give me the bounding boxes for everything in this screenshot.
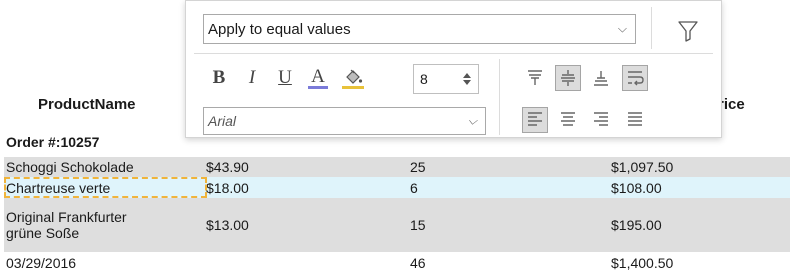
font-color-swatch — [308, 85, 328, 89]
cell-unit-price[interactable]: $18.00 — [206, 177, 249, 198]
cell-total-price[interactable]: $108.00 — [611, 177, 662, 198]
table-row[interactable]: 03/29/2016 46 $1,400.50 — [4, 252, 790, 274]
underline-button[interactable]: U — [274, 65, 296, 91]
align-center-icon — [561, 112, 575, 126]
font-color-button[interactable]: A — [306, 65, 330, 91]
column-header-product[interactable]: ProductName — [38, 96, 136, 113]
font-family-select[interactable]: Arial ⌵ — [203, 107, 486, 135]
focused-cell-border — [4, 177, 207, 198]
format-toolbar: Apply to equal values ⌵ B I U A 8 Arial … — [185, 0, 722, 138]
align-right-button[interactable] — [588, 107, 614, 133]
align-bottom-button[interactable] — [588, 65, 614, 91]
cell-total-price[interactable]: $1,400.50 — [611, 252, 673, 274]
divider — [194, 53, 713, 54]
divider — [651, 7, 652, 49]
table-row[interactable]: Schoggi Schokolade $43.90 25 $1,097.50 — [4, 157, 790, 177]
cell-total-price[interactable]: $1,097.50 — [611, 157, 673, 177]
italic-button[interactable]: I — [242, 65, 262, 91]
font-size-spinner[interactable]: 8 — [413, 64, 479, 94]
spinner-arrows-icon — [463, 73, 471, 85]
cell-order-date[interactable]: 03/29/2016 — [6, 252, 202, 274]
condition-select[interactable]: Apply to equal values ⌵ — [203, 14, 636, 44]
align-justify-button[interactable] — [622, 107, 648, 133]
cell-unit-price[interactable]: $43.90 — [206, 157, 249, 177]
cell-total-price[interactable]: $195.00 — [611, 198, 662, 252]
align-left-button[interactable] — [522, 107, 548, 133]
divider — [499, 59, 500, 135]
cell-quantity[interactable]: 46 — [410, 252, 426, 274]
cell-product-name[interactable]: Original Frankfurter grüne Soße — [6, 198, 202, 252]
align-middle-button[interactable] — [555, 65, 581, 91]
group-header-order: Order #:10257 — [6, 134, 100, 150]
align-bottom-icon — [594, 71, 608, 86]
condition-select-value: Apply to equal values — [208, 20, 351, 38]
table-row[interactable]: Original Frankfurter grüne Soße $13.00 1… — [4, 198, 790, 252]
fill-color-button[interactable] — [340, 65, 366, 91]
filter-icon — [678, 21, 698, 42]
paint-bucket-icon — [346, 69, 363, 84]
align-center-button[interactable] — [555, 107, 581, 133]
wrap-text-button[interactable] — [622, 65, 648, 91]
product-name-line: Original Frankfurter — [6, 209, 127, 225]
align-top-icon — [528, 70, 542, 85]
chevron-down-icon: ⌵ — [617, 21, 627, 36]
filter-button[interactable] — [675, 17, 701, 45]
cell-product-name[interactable]: Schoggi Schokolade — [6, 157, 202, 177]
cell-unit-price[interactable]: $13.00 — [206, 198, 249, 252]
font-size-value: 8 — [420, 71, 428, 87]
cell-quantity[interactable]: 15 — [410, 198, 426, 252]
align-left-icon — [528, 112, 542, 126]
align-top-button[interactable] — [522, 65, 548, 91]
cell-quantity[interactable]: 25 — [410, 157, 426, 177]
align-justify-icon — [628, 112, 642, 126]
align-right-icon — [594, 112, 608, 126]
bold-button[interactable]: B — [208, 65, 230, 91]
fill-color-swatch — [342, 85, 364, 89]
product-name-line: grüne Soße — [6, 225, 80, 241]
font-family-value: Arial — [208, 113, 237, 129]
align-middle-icon — [561, 70, 575, 86]
cell-quantity[interactable]: 6 — [410, 177, 418, 198]
chevron-down-icon: ⌵ — [467, 113, 477, 128]
font-color-letter: A — [311, 65, 325, 87]
wrap-text-icon — [628, 71, 644, 86]
